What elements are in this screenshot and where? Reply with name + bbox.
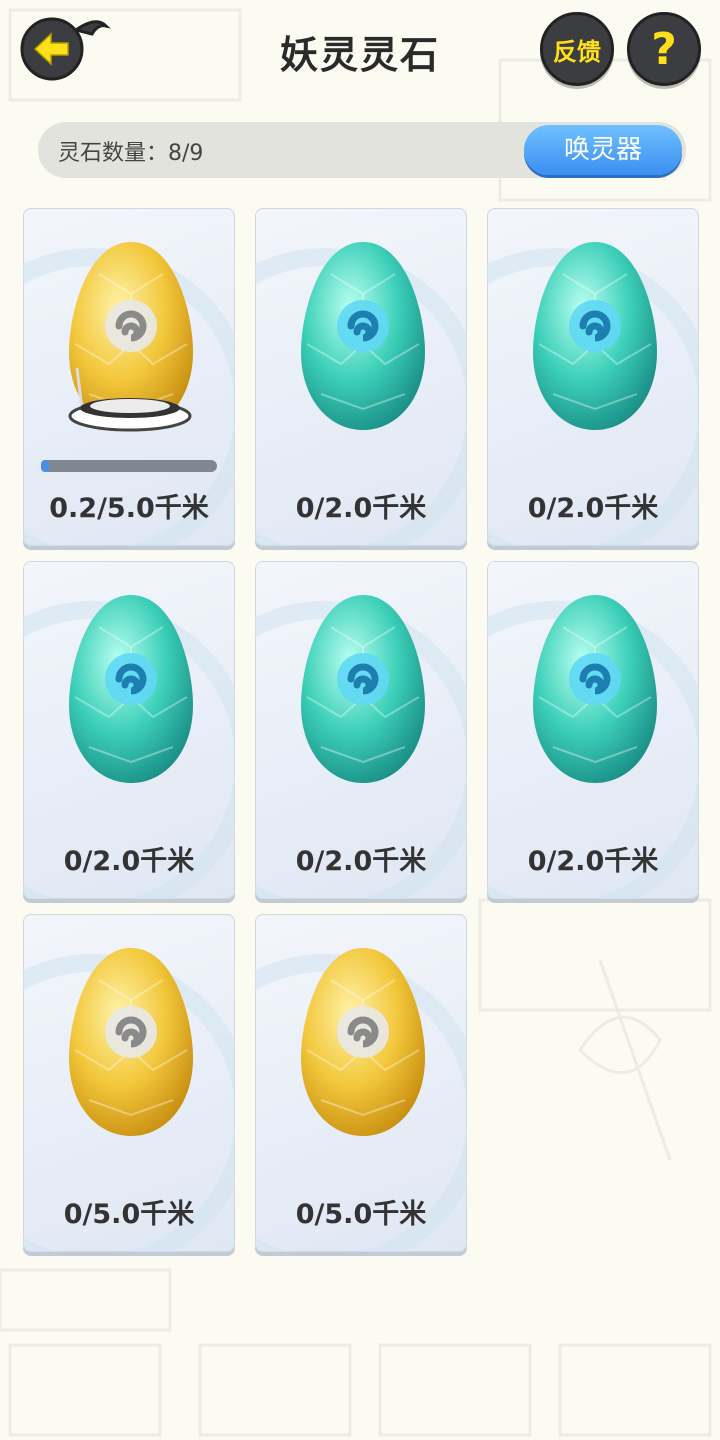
stone-card[interactable]: 0/2.0千米: [487, 561, 699, 899]
stone-distance: 0/2.0千米: [295, 493, 427, 524]
incubator-icon: [65, 358, 195, 438]
header: 妖灵灵石 反馈 ?: [0, 0, 720, 100]
gold-stone-icon: [69, 940, 193, 1140]
stone-card[interactable]: 0.2/5.0千米: [23, 208, 235, 546]
incubation-progress-bar: [41, 460, 217, 472]
stone-distance: 0/5.0千米: [63, 1199, 195, 1230]
help-icon: ?: [651, 23, 677, 75]
stone-card[interactable]: 0/2.0千米: [487, 208, 699, 546]
gold-stone-icon: [301, 940, 425, 1140]
stone-count-bar: 灵石数量：8/9 唤灵器: [38, 122, 686, 178]
feedback-button[interactable]: 反馈: [540, 12, 614, 86]
teal-stone-icon: [533, 587, 657, 787]
stone-distance: 0.2/5.0千米: [49, 493, 209, 524]
stone-distance: 0/2.0千米: [527, 493, 659, 524]
stone-distance: 0/5.0千米: [295, 1199, 427, 1230]
stone-card[interactable]: 0/5.0千米: [255, 914, 467, 1252]
summon-button[interactable]: 唤灵器: [524, 125, 682, 175]
stone-distance: 0/2.0千米: [63, 846, 195, 877]
stone-distance: 0/2.0千米: [295, 846, 427, 877]
incubation-progress-fill: [41, 460, 49, 472]
help-button[interactable]: ?: [627, 12, 701, 86]
stone-count-label: 灵石数量：8/9: [58, 141, 204, 166]
teal-stone-icon: [533, 234, 657, 434]
stone-card[interactable]: 0/2.0千米: [255, 208, 467, 546]
stone-card[interactable]: 0/2.0千米: [23, 561, 235, 899]
teal-stone-icon: [301, 234, 425, 434]
stone-card[interactable]: 0/5.0千米: [23, 914, 235, 1252]
teal-stone-icon: [301, 587, 425, 787]
teal-stone-icon: [69, 587, 193, 787]
stone-distance: 0/2.0千米: [527, 846, 659, 877]
stone-card[interactable]: 0/2.0千米: [255, 561, 467, 899]
